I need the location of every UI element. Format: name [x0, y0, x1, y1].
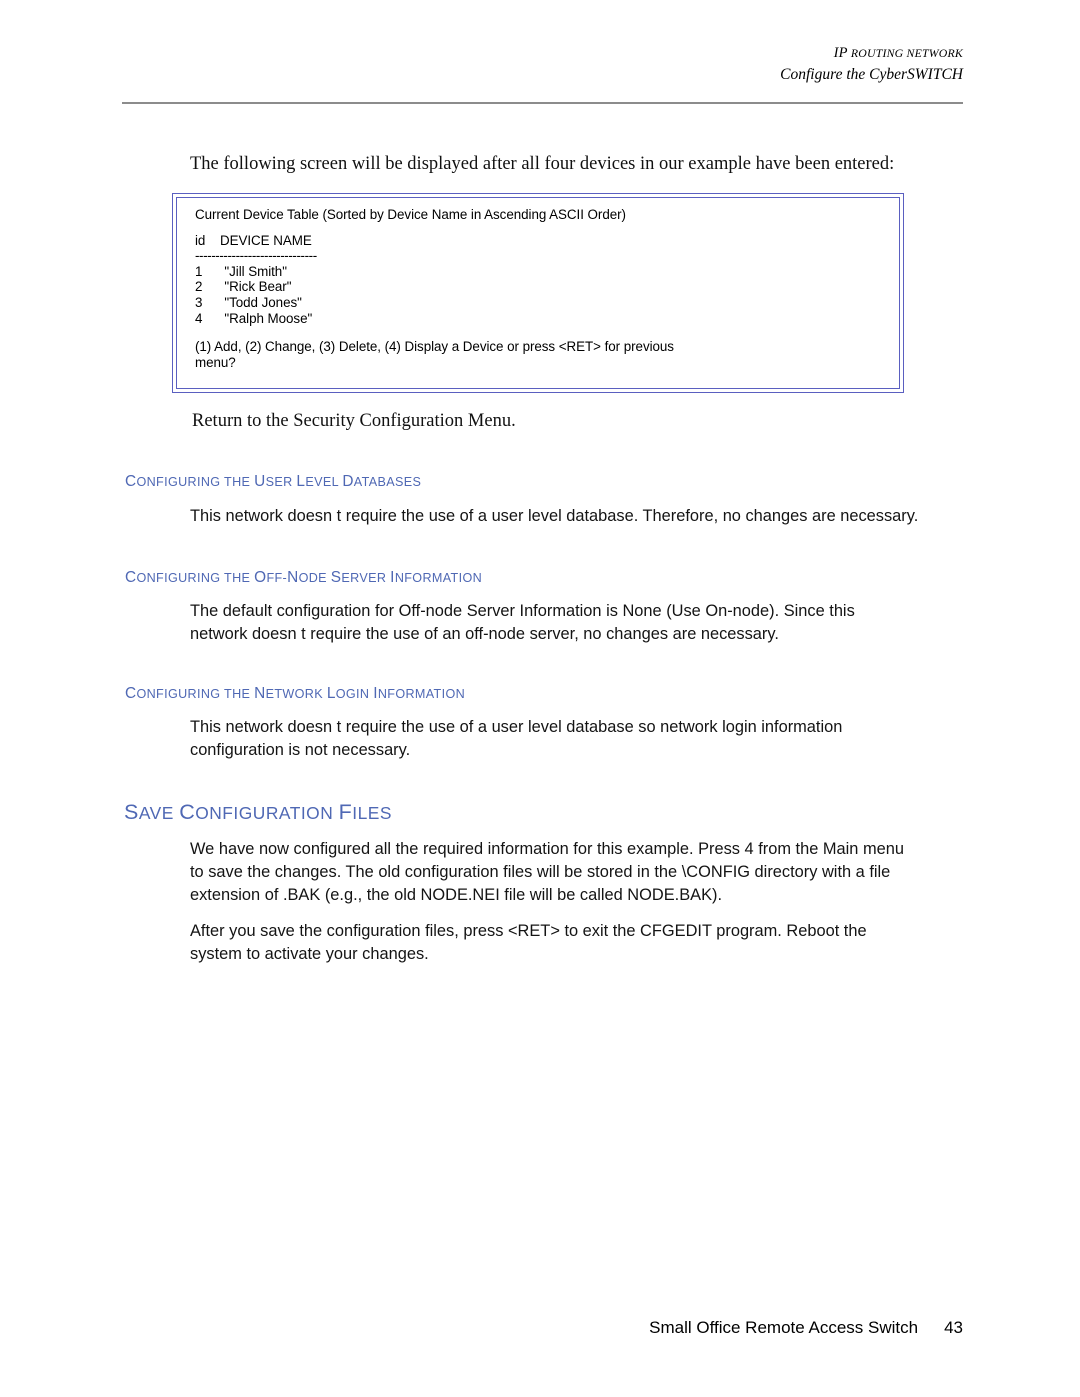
heading-char: S: [124, 800, 139, 824]
intro-paragraph: The following screen will be displayed a…: [190, 154, 895, 174]
heading-char: D: [342, 473, 354, 490]
paragraph-save-configuration-1: We have now configured all the required …: [190, 838, 990, 907]
paragraph-line: system to activate your changes.: [190, 945, 429, 963]
paragraph-line: This network doesn t require the use of …: [190, 507, 919, 525]
heading-char: N: [287, 569, 299, 586]
heading-char: C: [125, 473, 137, 490]
header-title-lead: IP: [833, 45, 848, 61]
screen-device-row: 4 "Ralph Moose": [195, 310, 313, 326]
return-paragraph: Return to the Security Configuration Men…: [192, 411, 516, 431]
paragraph-network-login: This network doesn t require the use of …: [190, 716, 990, 762]
footer-title: Small Office Remote Access Switch: [649, 1318, 919, 1337]
paragraph-line: configuration is not necessary.: [190, 741, 411, 759]
heading-char: F: [338, 800, 353, 824]
heading-configuring-network-login-information: CONFIGURING THE NETWORK LOGIN INFORMATIO…: [125, 685, 465, 703]
heading-smallcaps: ONFIGURATION: [195, 803, 339, 823]
paragraph-line: This network doesn t require the use of …: [190, 718, 843, 736]
paragraph-line: The default configuration for Off-node S…: [190, 602, 855, 620]
heading-smallcaps: ONFIGURING THE: [136, 475, 255, 489]
paragraph-line: We have now configured all the required …: [190, 840, 904, 858]
heading-smallcaps: AVE: [138, 803, 180, 823]
screen-blank-1: [195, 223, 891, 233]
paragraph-save-configuration-2: After you save the configuration files, …: [190, 920, 990, 966]
header-title-line: IP ROUTING NETWORK: [120, 44, 963, 62]
paragraph-user-level-databases: This network doesn t require the use of …: [190, 505, 990, 528]
terminal-screen-content: Current Device Table (Sorted by Device N…: [195, 207, 891, 370]
heading-smallcaps: NFORMATION: [394, 571, 483, 585]
screen-prompt-line-2: menu?: [195, 354, 236, 370]
heading-configuring-user-level-databases: CONFIGURING THE USER LEVEL DATABASES: [125, 473, 421, 491]
heading-char: L: [296, 473, 306, 490]
heading-char: S: [330, 569, 342, 586]
heading-smallcaps: ERVER: [341, 571, 391, 585]
screen-title: Current Device Table (Sorted by Device N…: [195, 207, 626, 222]
heading-char: U: [254, 473, 266, 490]
header-divider-rule: [122, 102, 963, 104]
heading-char: C: [125, 569, 137, 586]
heading-smallcaps: ONFIGURING THE: [136, 571, 255, 585]
heading-smallcaps: EVEL: [305, 475, 343, 489]
header-subtitle: Configure the CyberSWITCH: [780, 66, 963, 84]
heading-smallcaps: ONFIGURING THE: [136, 687, 255, 701]
page-footer: Small Office Remote Access Switch 43: [120, 1318, 963, 1338]
terminal-screen-box: Current Device Table (Sorted by Device N…: [172, 193, 904, 393]
screen-device-row: 1 "Jill Smith": [195, 263, 287, 279]
heading-char: C: [179, 800, 196, 824]
screen-separator: ------------------------------: [195, 248, 317, 264]
heading-char: L: [326, 685, 336, 702]
heading-smallcaps: ILES: [352, 803, 392, 823]
heading-smallcaps: FF-: [266, 571, 288, 585]
heading-smallcaps: ETWORK: [265, 687, 327, 701]
heading-smallcaps: ATABASES: [353, 475, 422, 489]
screen-column-header: id DEVICE NAME: [195, 232, 312, 248]
page-number: 43: [944, 1318, 963, 1337]
document-page: IP ROUTING NETWORK Configure the CyberSW…: [0, 0, 1080, 1397]
paragraph-line: network doesn t require the use of an of…: [190, 625, 779, 643]
paragraph-line: extension of .BAK (e.g., the old NODE.NE…: [190, 886, 723, 904]
screen-device-row: 2 "Rick Bear": [195, 279, 292, 295]
heading-char: C: [125, 685, 137, 702]
paragraph-line: to save the changes. The old configurati…: [190, 863, 891, 881]
heading-char: N: [254, 685, 266, 702]
running-header: IP ROUTING NETWORK Configure the CyberSW…: [120, 44, 963, 85]
heading-smallcaps: OGIN: [335, 687, 374, 701]
heading-smallcaps: NFORMATION: [377, 687, 466, 701]
paragraph-off-node-server: The default configuration for Off-node S…: [190, 600, 990, 646]
terminal-screen-box-inner: Current Device Table (Sorted by Device N…: [176, 197, 900, 389]
screen-device-row: 3 "Todd Jones": [195, 294, 302, 310]
heading-smallcaps: SER: [265, 475, 297, 489]
heading-smallcaps: ODE: [298, 571, 331, 585]
heading-save-configuration-files: SAVE CONFIGURATION FILES: [124, 800, 392, 825]
screen-blank-2: [195, 326, 891, 339]
heading-configuring-off-node-server-information: CONFIGURING THE OFF-NODE SERVER INFORMAT…: [125, 569, 482, 587]
screen-prompt-line-1: (1) Add, (2) Change, (3) Delete, (4) Dis…: [195, 339, 674, 355]
heading-char: O: [254, 569, 267, 586]
header-title-rest: ROUTING NETWORK: [850, 46, 963, 60]
paragraph-line: After you save the configuration files, …: [190, 922, 867, 940]
